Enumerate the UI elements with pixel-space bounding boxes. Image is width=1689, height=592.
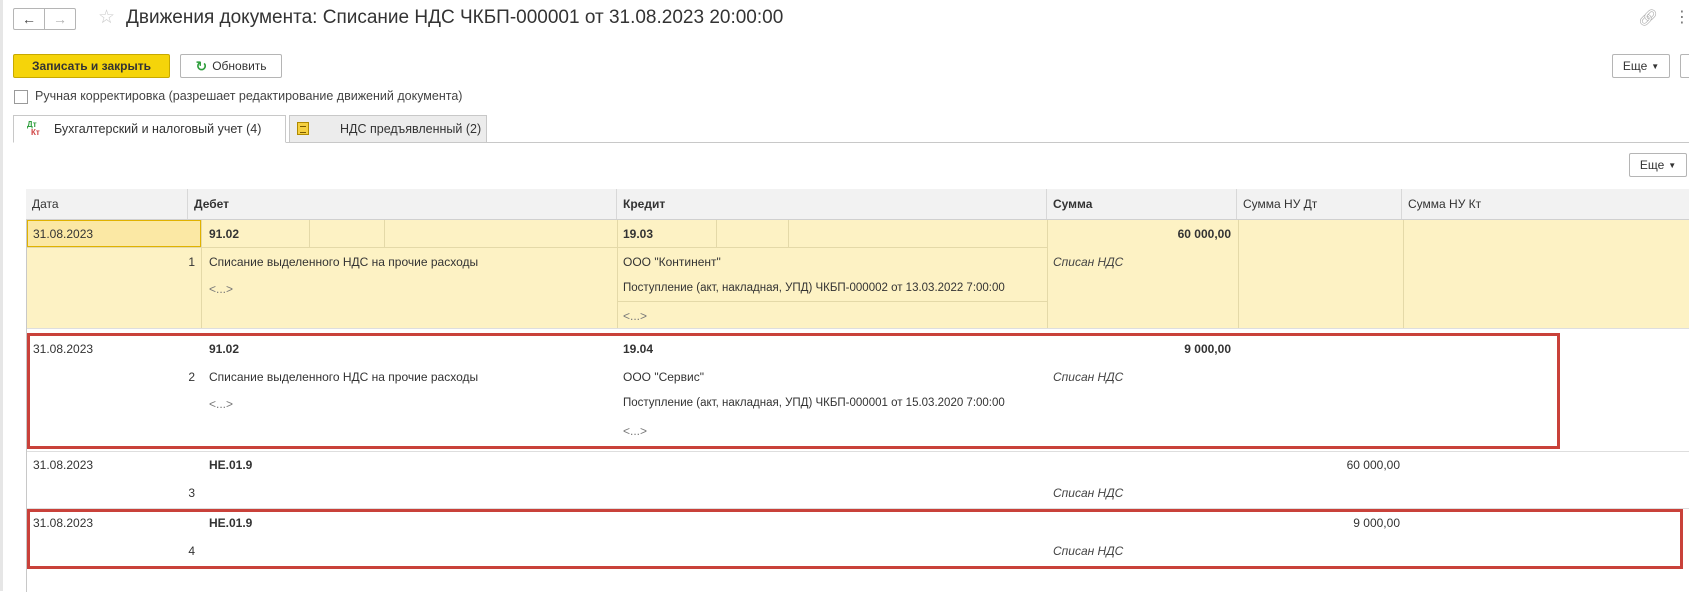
save-and-close-button[interactable]: Записать и закрыть (13, 54, 170, 78)
row-number: 1 (188, 255, 195, 269)
chevron-down-icon: ▼ (1651, 61, 1660, 71)
star-icon[interactable]: ☆ (98, 6, 115, 29)
highlight-frame (27, 509, 1683, 569)
row-date: 31.08.2023 (33, 342, 94, 356)
manual-correction-label: Ручная корректировка (разрешает редактир… (35, 89, 463, 103)
credit-subconto-1: ООО "Континент" (623, 255, 721, 269)
row-date: 31.08.2023 (33, 516, 94, 530)
page-title: Движения документа: Списание НДС ЧКБП-00… (126, 7, 784, 28)
more-button[interactable]: Еще ▼ (1612, 54, 1670, 78)
row-number: 2 (188, 370, 195, 384)
refresh-button[interactable]: ↻ Обновить (180, 54, 282, 78)
credit-subconto-2: Поступление (акт, накладная, УПД) ЧКБП-0… (623, 397, 1005, 409)
highlight-frame (27, 333, 1560, 449)
window-left-edge (0, 0, 3, 591)
row-number: 3 (188, 486, 195, 500)
more-button-label: Еще (1622, 59, 1648, 73)
refresh-button-label: Обновить (212, 59, 267, 73)
row-date: 31.08.2023 (33, 227, 94, 241)
forward-button[interactable]: → (44, 8, 76, 30)
column-header-sum-nu-dt[interactable]: Сумма НУ Дт (1237, 189, 1402, 219)
tab-accounting-label: Бухгалтерский и налоговый учет (4) (54, 122, 262, 136)
debit-subconto-2: <...> (209, 282, 234, 296)
document-icon (297, 122, 309, 135)
row-date: 31.08.2023 (33, 458, 94, 472)
column-header-sum[interactable]: Сумма (1047, 189, 1237, 219)
debit-subconto-1: Списание выделенного НДС на прочие расхо… (209, 255, 479, 269)
arrow-right-icon: → (53, 11, 67, 27)
credit-account: 19.04 (623, 342, 654, 356)
link-icon[interactable]: 🔗︎ (1638, 8, 1658, 28)
refresh-icon: ↻ (195, 57, 208, 74)
column-header-credit[interactable]: Кредит (617, 189, 1047, 219)
toolbar-extra-button[interactable] (1680, 54, 1689, 78)
tab-accounting[interactable]: Бухгалтерский и налоговый учет (4) (13, 115, 286, 143)
debit-account: 91.02 (209, 342, 240, 356)
back-button[interactable]: ← (13, 8, 45, 30)
manual-correction-checkbox[interactable] (14, 90, 28, 104)
credit-subconto-3: <...> (623, 309, 648, 323)
row-number: 4 (188, 544, 195, 558)
row-sum-nu-dt: 9 000,00 (1353, 516, 1400, 530)
chevron-down-icon: ▼ (1668, 160, 1677, 170)
row-sum: 9 000,00 (1184, 342, 1231, 356)
tab-vat-presented-label: НДС предъявленный (2) (340, 122, 482, 136)
row-content: Списан НДС (1053, 370, 1124, 384)
debit-subconto-1: Списание выделенного НДС на прочие расхо… (209, 370, 479, 384)
more-vertical-icon[interactable]: ⋮ (1674, 7, 1689, 27)
column-header-sum-nu-kt[interactable]: Сумма НУ Кт (1402, 189, 1689, 219)
credit-subconto-3: <...> (623, 424, 648, 438)
table-header: Дата Дебет Кредит Сумма Сумма НУ Дт Сумм… (26, 189, 1689, 220)
credit-account: 19.03 (623, 227, 654, 241)
tab-vat-presented[interactable]: НДС предъявленный (2) (289, 115, 487, 143)
credit-subconto-2: Поступление (акт, накладная, УПД) ЧКБП-0… (623, 282, 1005, 294)
arrow-left-icon: ← (22, 11, 36, 27)
debit-subconto-2: <...> (209, 397, 234, 411)
column-header-date[interactable]: Дата (26, 189, 188, 219)
row-sum-nu-dt: 60 000,00 (1346, 458, 1400, 472)
debit-account: 91.02 (209, 227, 240, 241)
table-row[interactable] (27, 220, 1689, 328)
debit-credit-icon: Дт Кт (27, 120, 40, 137)
row-sum: 60 000,00 (1177, 227, 1231, 241)
row-content: Списан НДС (1053, 544, 1124, 558)
row-content: Списан НДС (1053, 255, 1124, 269)
debit-account: НЕ.01.9 (209, 516, 253, 530)
table-more-button-label: Еще (1639, 158, 1665, 172)
column-header-debit[interactable]: Дебет (188, 189, 617, 219)
table-more-button[interactable]: Еще ▼ (1629, 153, 1687, 177)
debit-account: НЕ.01.9 (209, 458, 253, 472)
row-content: Списан НДС (1053, 486, 1124, 500)
credit-subconto-1: ООО "Сервис" (623, 370, 704, 384)
